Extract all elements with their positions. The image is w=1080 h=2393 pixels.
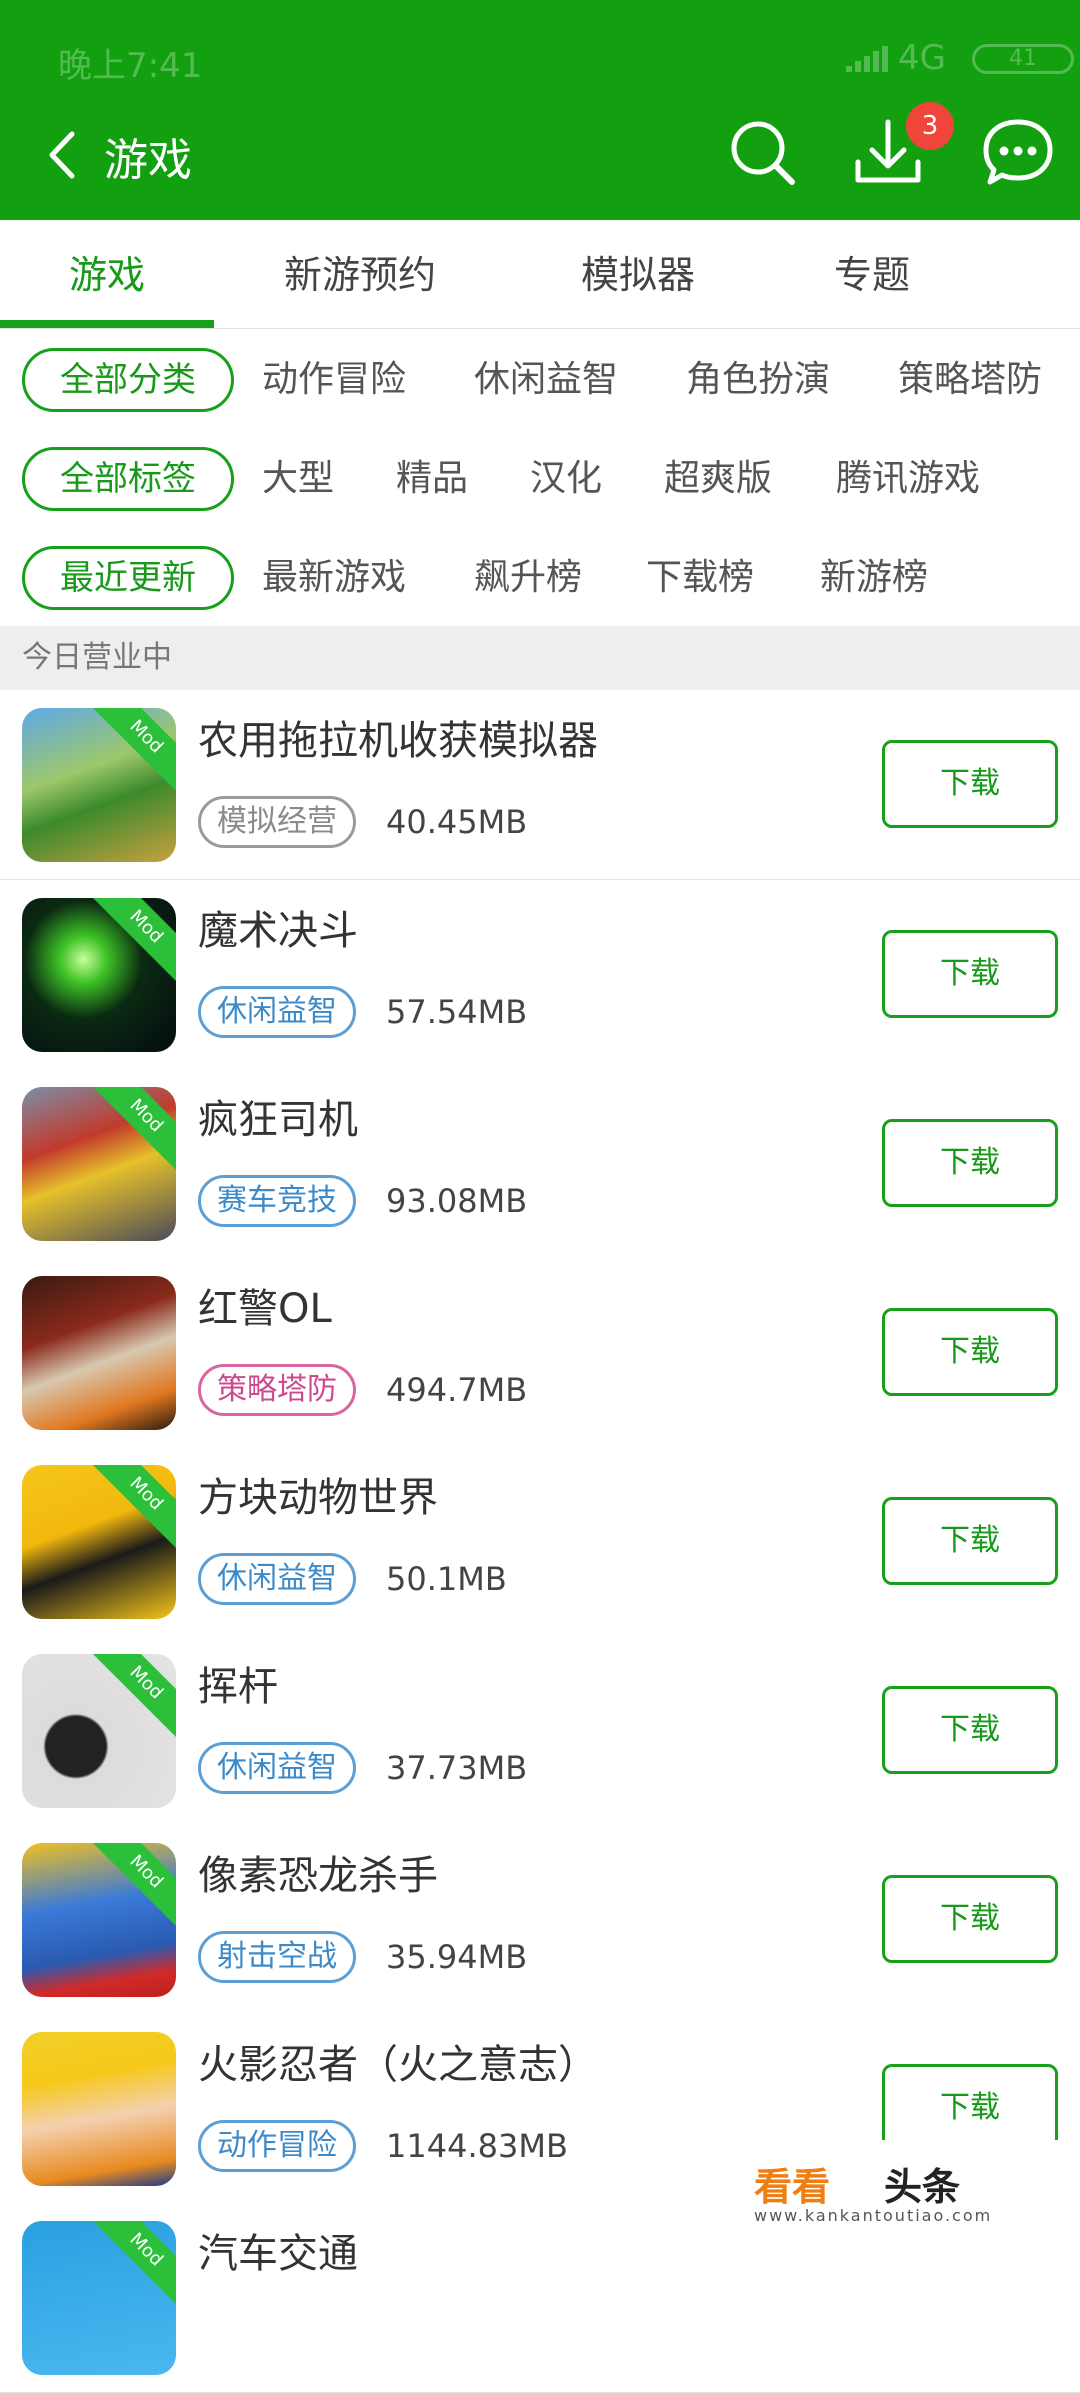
filter-all-categories[interactable]: 全部分类 [22, 348, 234, 412]
game-icon-magic-duel: Mod [22, 898, 176, 1052]
page-title: 游戏 [104, 135, 192, 186]
battery-icon: 41 [972, 44, 1074, 74]
chat-icon[interactable] [978, 112, 1058, 192]
app-header: 晚上7:41 4G 41 游戏 3 [0, 0, 1080, 220]
game-icon-swing: Mod [22, 1654, 176, 1808]
game-name: 方块动物世界 [198, 1475, 438, 1521]
game-size: 35.94MB [386, 1938, 528, 1976]
filter-tag-option[interactable]: 精品 [396, 447, 468, 511]
filter-sort-option[interactable]: 最新游戏 [262, 546, 406, 610]
game-name: 农用拖拉机收获模拟器 [198, 718, 598, 764]
filter-category-option[interactable]: 动作冒险 [262, 348, 406, 412]
game-icon-crazy-driver: Mod [22, 1087, 176, 1241]
game-size: 93.08MB [386, 1182, 528, 1220]
search-icon[interactable] [722, 112, 802, 192]
tab-topics[interactable]: 专题 [792, 220, 952, 328]
mod-badge: Mod [91, 1465, 176, 1549]
filter-recent-updates[interactable]: 最近更新 [22, 546, 234, 610]
watermark-url: www.kankantoutiao.com [754, 2206, 993, 2225]
download-button[interactable]: 下载 [882, 1119, 1058, 1207]
game-list-item[interactable]: Mod 疯狂司机 赛车竞技 93.08MB 下载 [0, 1069, 1080, 1259]
mod-badge: Mod [91, 1654, 176, 1738]
mod-badge: Mod [91, 2221, 176, 2305]
filter-category-option[interactable]: 休闲益智 [474, 348, 618, 412]
tag-filter-row: 全部标签 大型 精品 汉化 超爽版 腾讯游戏 [0, 435, 1080, 531]
battery-level: 41 [1009, 46, 1037, 71]
tab-new-reservations[interactable]: 新游预约 [244, 220, 476, 328]
download-button[interactable]: 下载 [882, 930, 1058, 1018]
status-time: 晚上7:41 [58, 46, 203, 86]
game-name: 挥杆 [198, 1664, 278, 1710]
section-header: 今日营业中 [0, 626, 1080, 690]
watermark: 看看 头条 www.kankantoutiao.com [634, 2140, 1080, 2248]
download-button[interactable]: 下载 [882, 2064, 1058, 2152]
game-name: 魔术决斗 [198, 908, 358, 954]
game-icon-naruto [22, 2032, 176, 2186]
game-list-item[interactable]: Mod 像素恐龙杀手 射击空战 35.94MB 下载 [0, 1825, 1080, 2015]
game-category-tag: 休闲益智 [198, 1742, 356, 1794]
game-size: 37.73MB [386, 1749, 528, 1787]
game-icon-red-alert [22, 1276, 176, 1430]
download-count-badge: 3 [906, 102, 954, 150]
filter-category-option[interactable]: 策略塔防 [898, 348, 1042, 412]
game-size: 494.7MB [386, 1371, 528, 1409]
game-category-tag: 动作冒险 [198, 2120, 356, 2172]
tab-games[interactable]: 游戏 [0, 220, 214, 328]
watermark-suffix: 头条 [884, 2165, 961, 2209]
download-button[interactable]: 下载 [882, 1308, 1058, 1396]
filter-category-option[interactable]: 角色扮演 [686, 348, 830, 412]
game-category-tag: 策略塔防 [198, 1364, 356, 1416]
game-name: 疯狂司机 [198, 1097, 358, 1143]
game-icon-car-traffic: Mod [22, 2221, 176, 2375]
game-icon-pixel-dino-hunter: Mod [22, 1843, 176, 1997]
game-icon-block-animals: Mod [22, 1465, 176, 1619]
game-size: 1144.83MB [386, 2127, 568, 2165]
game-size: 57.54MB [386, 993, 528, 1031]
status-bar: 晚上7:41 4G 41 [0, 0, 1080, 120]
game-list-item[interactable]: 红警OL 策略塔防 494.7MB 下载 [0, 1258, 1080, 1448]
game-list-item[interactable]: Mod 方块动物世界 休闲益智 50.1MB 下载 [0, 1447, 1080, 1637]
game-size: 50.1MB [386, 1560, 507, 1598]
tab-bar: 游戏 新游预约 模拟器 专题 [0, 220, 1080, 329]
game-name: 像素恐龙杀手 [198, 1853, 438, 1899]
network-type: 4G [898, 38, 946, 78]
mod-badge: Mod [91, 1843, 176, 1927]
mod-badge: Mod [91, 898, 176, 982]
sort-filter-row: 最近更新 最新游戏 飙升榜 下载榜 新游榜 [0, 534, 1080, 630]
filter-tag-option[interactable]: 大型 [262, 447, 334, 511]
game-icon-tractor: Mod [22, 708, 176, 862]
mod-badge: Mod [91, 1087, 176, 1171]
download-button[interactable]: 下载 [882, 1686, 1058, 1774]
filter-all-tags[interactable]: 全部标签 [22, 447, 234, 511]
game-list-item[interactable]: Mod 农用拖拉机收获模拟器 模拟经营 40.45MB 下载 [0, 690, 1080, 880]
game-list-item[interactable]: Mod 魔术决斗 休闲益智 57.54MB 下载 [0, 880, 1080, 1070]
filter-tag-option[interactable]: 汉化 [530, 447, 602, 511]
active-tab-indicator [0, 320, 214, 328]
watermark-brand: 看看 [754, 2165, 831, 2209]
tab-emulators[interactable]: 模拟器 [548, 220, 728, 328]
filter-sort-option[interactable]: 飙升榜 [474, 546, 582, 610]
category-filter-row: 全部分类 动作冒险 休闲益智 角色扮演 策略塔防 [0, 336, 1080, 432]
game-category-tag: 休闲益智 [198, 1553, 356, 1605]
back-arrow-icon[interactable] [38, 120, 88, 190]
download-button[interactable]: 下载 [882, 1497, 1058, 1585]
mod-badge: Mod [91, 708, 176, 792]
game-category-tag: 休闲益智 [198, 986, 356, 1038]
game-list-item[interactable]: Mod 挥杆 休闲益智 37.73MB 下载 [0, 1636, 1080, 1826]
filter-tag-option[interactable]: 腾讯游戏 [836, 447, 980, 511]
game-category-tag: 射击空战 [198, 1931, 356, 1983]
game-name: 汽车交通 [198, 2231, 358, 2277]
filter-sort-option[interactable]: 新游榜 [820, 546, 928, 610]
filter-sort-option[interactable]: 下载榜 [646, 546, 754, 610]
game-size: 40.45MB [386, 803, 528, 841]
game-category-tag: 模拟经营 [198, 796, 356, 848]
game-name: 火影忍者（火之意志） [198, 2042, 598, 2088]
game-category-tag: 赛车竞技 [198, 1175, 356, 1227]
download-button[interactable]: 下载 [882, 1875, 1058, 1963]
filter-tag-option[interactable]: 超爽版 [664, 447, 772, 511]
game-name: 红警OL [198, 1286, 332, 1332]
signal-icon [846, 46, 888, 72]
download-button[interactable]: 下载 [882, 740, 1058, 828]
